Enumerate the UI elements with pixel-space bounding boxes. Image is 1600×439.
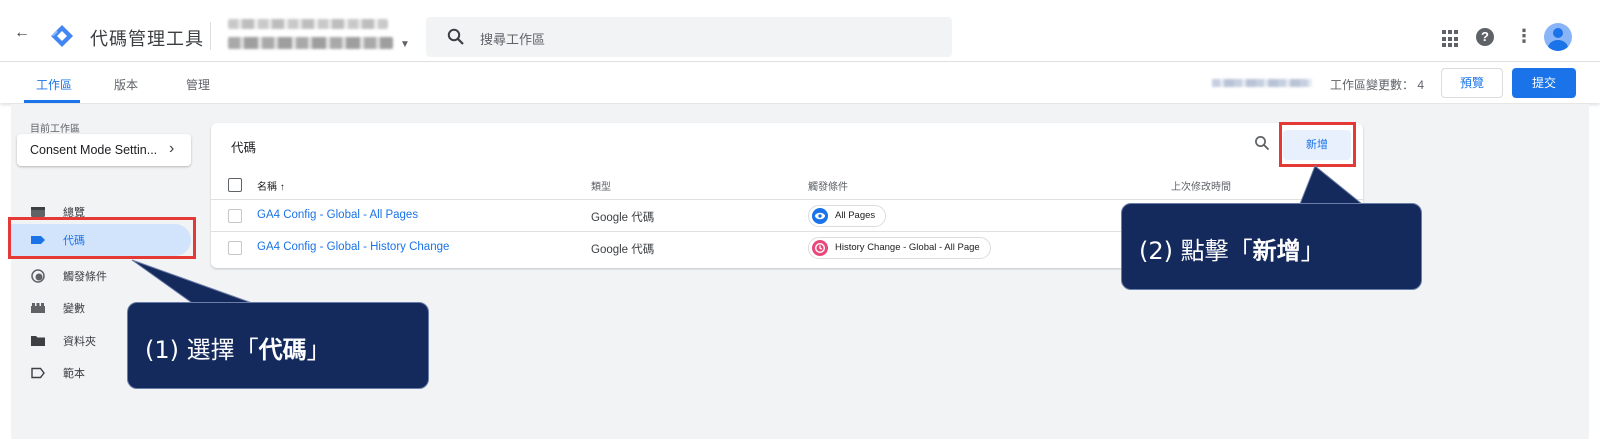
- changes-label: 工作區變更數：: [1330, 78, 1415, 92]
- tag-type: Google 代碼: [591, 244, 655, 256]
- row-checkbox[interactable]: [228, 241, 242, 255]
- trigger-chip-label: All Pages: [835, 210, 876, 221]
- tag-type: Google 代碼: [591, 212, 655, 224]
- variable-icon: [31, 303, 45, 313]
- select-all-checkbox[interactable]: [228, 178, 242, 192]
- divider: [210, 22, 211, 50]
- table-header: 名稱 ↑ 類型 觸發條件 上次修改時間: [211, 170, 1363, 200]
- tag-name-link[interactable]: GA4 Config - Global - History Change: [257, 241, 449, 253]
- highlight-new-button: [1279, 122, 1356, 167]
- apps-grid-icon[interactable]: [1442, 30, 1460, 48]
- user-email-redacted: [1212, 79, 1312, 87]
- trigger-chip[interactable]: History Change - Global - All Page: [808, 237, 991, 259]
- chevron-right-icon: ›: [169, 140, 175, 157]
- tag-name-link[interactable]: GA4 Config - Global - All Pages: [257, 209, 418, 221]
- column-header-trigger[interactable]: 觸發條件: [808, 178, 848, 193]
- search-placeholder: 搜尋工作區: [480, 32, 546, 47]
- more-vert-icon[interactable]: ⋮: [1515, 26, 1533, 47]
- callout-click-new: (2) 點擊「新增」: [1121, 203, 1422, 290]
- callout-text: (2) 點擊「新增」: [1139, 231, 1325, 266]
- column-header-type[interactable]: 類型: [591, 178, 611, 193]
- account-name-redacted: [228, 19, 388, 29]
- callout-bold: 代碼: [258, 336, 307, 364]
- column-header-last-edited[interactable]: 上次修改時間: [1171, 178, 1231, 193]
- sidebar-item-label: 範本: [63, 368, 85, 380]
- workspace-search[interactable]: 搜尋工作區: [426, 17, 952, 57]
- folder-icon: [31, 336, 45, 346]
- trigger-chip-label: History Change - Global - All Page: [835, 242, 980, 253]
- trigger-icon: [31, 269, 45, 283]
- eye-icon: [812, 208, 828, 224]
- workspace-tabbar: 工作區 版本 管理 工作區變更數： 4 預覽 提交: [0, 63, 1600, 103]
- avatar[interactable]: [1544, 23, 1572, 51]
- workspace-name: Consent Mode Settin...: [30, 143, 158, 157]
- callout-suffix: 」: [306, 336, 331, 364]
- workspace-changes: 工作區變更數： 4: [1330, 76, 1424, 93]
- search-icon[interactable]: [1254, 135, 1270, 151]
- sidebar-item-label: 資料夾: [63, 336, 96, 348]
- history-icon: [812, 240, 828, 256]
- card-title: 代碼: [231, 141, 257, 155]
- highlight-tags-nav: [8, 217, 196, 259]
- submit-button[interactable]: 提交: [1512, 68, 1576, 98]
- sidebar-item-label: 變數: [63, 303, 85, 315]
- active-tab-indicator: [24, 100, 80, 103]
- callout-bold: 新增: [1252, 237, 1301, 265]
- sidebar-item-label: 觸發條件: [63, 271, 107, 283]
- sidebar-item-triggers[interactable]: 觸發條件: [11, 260, 191, 292]
- tag-manager-logo-icon: [51, 25, 73, 47]
- back-arrow-icon[interactable]: ←: [14, 24, 30, 42]
- workspace-selector[interactable]: Consent Mode Settin... ›: [17, 134, 191, 166]
- dropdown-caret-icon: ▼: [400, 39, 410, 50]
- help-icon[interactable]: ?: [1476, 28, 1494, 46]
- column-header-name[interactable]: 名稱 ↑: [257, 178, 285, 193]
- callout-select-tags: (1) 選擇「代碼」: [127, 302, 429, 389]
- tab-admin[interactable]: 管理: [186, 76, 210, 93]
- trigger-chip[interactable]: All Pages: [808, 205, 887, 227]
- tab-workspace[interactable]: 工作區: [36, 76, 72, 93]
- top-app-bar: ← 代碼管理工具 ▼ 搜尋工作區 ? ⋮: [0, 0, 1600, 62]
- container-name-redacted: [228, 37, 393, 49]
- callout-prefix: (1) 選擇「: [145, 336, 259, 364]
- callout-prefix: (2) 點擊「: [1139, 237, 1253, 265]
- row-checkbox[interactable]: [228, 209, 242, 223]
- changes-count: 4: [1417, 78, 1425, 92]
- account-container-selector[interactable]: ▼: [228, 17, 410, 53]
- callout-text: (1) 選擇「代碼」: [145, 330, 331, 365]
- search-icon: [447, 28, 464, 45]
- preview-button[interactable]: 預覽: [1441, 68, 1503, 98]
- current-workspace-label: 目前工作區: [30, 124, 80, 135]
- callout-suffix: 」: [1300, 237, 1325, 265]
- template-icon: [31, 367, 45, 379]
- app-title: 代碼管理工具: [90, 29, 204, 49]
- tab-versions[interactable]: 版本: [114, 76, 138, 93]
